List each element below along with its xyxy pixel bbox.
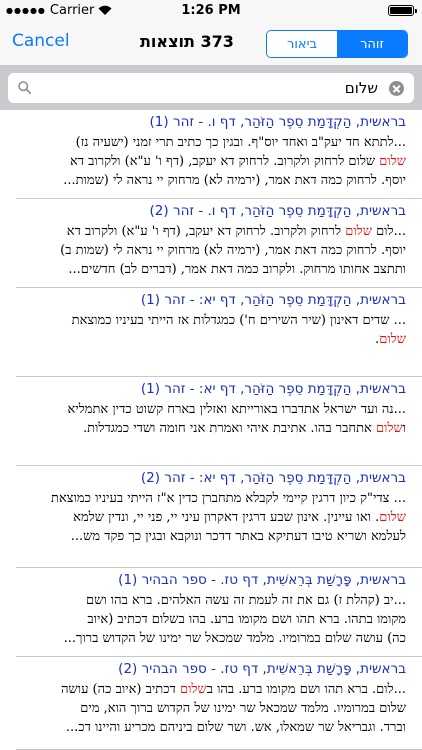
status-bar: ●●●●● Carrier 1:26 PM: [0, 0, 422, 20]
snippet-line: ושלום אתחבר בהו. אתיבת איהי ואמרת אני חו…: [8, 419, 406, 438]
snippet-line: יוסף. לרחוק כמה דאת אמר, (ירמיה לא) מרחו…: [8, 171, 406, 190]
result-title: בראשית, הַקְדָּמַת סֵפֶר הַזֹּהַר, דף יא…: [140, 381, 406, 397]
snippet-text: ... צדי"ק כיון דרגין קיימי לקבלא מתחברן …: [51, 491, 406, 506]
result-title: בראשית, הַקְדָּמַת סֵפֶר הַזֹּהַר, דף יא…: [140, 292, 406, 308]
result-row[interactable]: בראשית, הַקְדָּמַת סֵפֶר הַזֹּהַר, דף יא…: [0, 288, 422, 377]
nav-bar: Cancel 373 תוצאות ביאור זוהר: [0, 20, 422, 65]
result-snippet: ...לום שלום לרחוק ולקרוב. לרחוק דא יעקב,…: [8, 222, 406, 279]
snippet-text: מקומו בתהו. ברא תהו ושם מקומו ברע. בהו ב…: [87, 612, 406, 627]
snippet-text: יוסף. לרחוק כמה דאת אמר, (ירמיה לא) מרחו…: [60, 243, 406, 258]
snippet-text: שלום במרומיו. מלמד שמכאל שר ימינו של הקד…: [80, 701, 406, 716]
result-row[interactable]: בראשית, הַקְדָּמַת סֵפֶר הַזֹּהַר, דף יא…: [0, 377, 422, 466]
result-snippet: ...יב (קהלת ז) גם את זה לעמת זה עשה האלה…: [8, 591, 406, 648]
snippet-text: ...לתתא חד יעק"ב ואחד יוס"ף. ובגין כך כת…: [75, 135, 406, 150]
highlighted-term: שלום: [345, 224, 372, 239]
results-list: בראשית, הַקְדָּמַת סֵפֶר הַזֹּהַר, דף ו.…: [0, 110, 422, 750]
snippet-line: לעלמא ושריא טיבו דעתיקא באתר דדכר ונוקבא…: [8, 527, 406, 546]
result-title: בראשית, הַקְדָּמַת סֵפֶר הַזֹּהַר, דף יא…: [140, 470, 406, 486]
snippet-line: שלום.: [8, 330, 406, 349]
segment-zohar[interactable]: זוהר: [337, 31, 407, 57]
highlighted-term: שלום: [179, 682, 207, 697]
result-snippet: ... שדים דאינון (שיר השירים ח') כמגדלות …: [8, 311, 406, 349]
snippet-line: שלום במרומיו. מלמד שמכאל שר ימינו של הקד…: [8, 699, 406, 718]
search-input[interactable]: [42, 78, 378, 98]
snippet-line: יוסף. לרחוק כמה דאת אמר, (ירמיה לא) מרחו…: [8, 241, 406, 260]
snippet-line: כה) עושה שלום במרומיו. מלמד שמכאל שר ימי…: [8, 629, 406, 648]
result-title: בראשית, הַקְדָּמַת סֵפֶר הַזֹּהַר, דף ו.…: [149, 203, 406, 219]
status-time: 1:26 PM: [181, 3, 241, 18]
snippet-text: וברד. וגבריאל שר שמאלו, אש. ושר שלום בינ…: [65, 720, 406, 735]
snippet-text: לעלמא ושריא טיבו דעתיקא באתר דדכר ונוקבא…: [70, 529, 406, 544]
snippet-text: לרחוק ולקרוב. לרחוק דא יעקב, (דף ו' ע"א)…: [66, 224, 346, 239]
snippet-text: ...לום: [371, 224, 406, 239]
result-row[interactable]: בראשית, פָּרָשַׁת בְּרֵאשִׁית, דף טז. - …: [0, 568, 422, 657]
highlighted-term: שלום: [379, 154, 406, 169]
result-title: בראשית, פָּרָשַׁת בְּרֵאשִׁית, דף טז. - …: [118, 572, 406, 588]
snippet-line: וברד. וגבריאל שר שמאלו, אש. ושר שלום בינ…: [8, 718, 406, 737]
result-snippet: ...נה ועד ישראל אתדברו באורייתא ואזלין ב…: [8, 400, 407, 438]
results-count-title: 373 תוצאות: [140, 32, 234, 51]
snippet-line: ... שדים דאינון (שיר השירים ח') כמגדלות …: [8, 311, 406, 330]
snippet-text: דכתיב (איוב כה) עושה: [61, 682, 180, 697]
snippet-text: ו: [402, 421, 406, 436]
snippet-line: ...יב (קהלת ז) גם את זה לעמת זה עשה האלה…: [8, 591, 406, 610]
snippet-line: מקומו בתהו. ברא תהו ושם מקומו ברע. בהו ב…: [8, 610, 406, 629]
clear-search-icon[interactable]: [389, 81, 404, 96]
result-snippet: ...לתתא חד יעק"ב ואחד יוס"ף. ובגין כך כת…: [8, 133, 406, 190]
result-row[interactable]: בראשית, פָּרָשַׁת בְּרֵאשִׁית, דף טז. - …: [0, 657, 422, 750]
highlighted-term: שלום: [375, 421, 403, 436]
snippet-text: ... שדים דאינון (שיר השירים ח') כמגדלות …: [71, 313, 406, 328]
snippet-line: ...לתתא חד יעק"ב ואחד יוס"ף. ובגין כך כת…: [8, 133, 406, 152]
snippet-line: ... צדי"ק כיון דרגין קיימי לקבלא מתחברן …: [8, 489, 406, 508]
snippet-text: יוסף. לרחוק כמה דאת אמר, (ירמיה לא) מרחו…: [63, 173, 406, 188]
battery-icon: [388, 5, 417, 16]
search-area: [0, 65, 422, 110]
cancel-button[interactable]: Cancel: [12, 31, 70, 51]
snippet-line: שלום. ואו עיינין. אינון שבע דרגין דאקרון…: [8, 508, 406, 527]
snippet-line: ...נה ועד ישראל אתדברו באורייתא ואזלין ב…: [8, 400, 407, 419]
snippet-text: ...נה ועד ישראל אתדברו באורייתא ואזלין ב…: [67, 402, 407, 417]
snippet-text: ...יב (קהלת ז) גם את זה לעמת זה עשה האלה…: [86, 593, 406, 608]
snippet-line: ...לום שלום לרחוק ולקרוב. לרחוק דא יעקב,…: [8, 222, 406, 241]
search-icon: [18, 81, 31, 94]
snippet-line: ותתצב אחותו מרחוק. ולקרוב כמה דאת אמר, (…: [8, 260, 406, 279]
snippet-text: ...לום. ברא תהו ושם מקומו ברע. בהו ב: [206, 682, 406, 697]
highlighted-term: שלום: [379, 510, 406, 525]
snippet-line: ...לום. ברא תהו ושם מקומו ברע. בהו בשלום…: [8, 680, 406, 699]
result-title: בראשית, פָּרָשַׁת בְּרֵאשִׁית, דף טז. - …: [118, 661, 406, 677]
snippet-line: שלום שלום לרחוק ולקרוב. לרחוק דא יעקב, (…: [8, 152, 406, 171]
snippet-text: ותתצב אחותו מרחוק. ולקרוב כמה דאת אמר, (…: [68, 262, 406, 277]
result-row[interactable]: בראשית, הַקְדָּמַת סֵפֶר הַזֹּהַר, דף ו.…: [0, 110, 422, 199]
result-title: בראשית, הַקְדָּמַת סֵפֶר הַזֹּהַר, דף ו.…: [149, 114, 406, 130]
search-box[interactable]: [8, 73, 414, 103]
snippet-text: כה) עושה שלום במרומיו. מלמד שמכאל שר ימי…: [63, 631, 406, 646]
result-row[interactable]: בראשית, הַקְדָּמַת סֵפֶר הַזֹּהַר, דף יא…: [0, 466, 422, 568]
result-row[interactable]: בראשית, הַקְדָּמַת סֵפֶר הַזֹּהַר, דף ו.…: [0, 199, 422, 288]
snippet-text: אתחבר בהו. אתיבת איהי ואמרת אני חומה ושד…: [82, 421, 376, 436]
source-segmented-control: ביאור זוהר: [266, 30, 408, 58]
result-snippet: ... צדי"ק כיון דרגין קיימי לקבלא מתחברן …: [8, 489, 406, 546]
result-snippet: ...לום. ברא תהו ושם מקומו ברע. בהו בשלום…: [8, 680, 406, 737]
snippet-text: שלום לרחוק ולקרוב. לרחוק דא יעקב, (דף ו'…: [69, 154, 380, 169]
segment-explain[interactable]: ביאור: [267, 31, 337, 57]
highlighted-term: שלום: [379, 332, 406, 347]
snippet-text: . ואו עיינין. אינון שבע דרגין דאקרון עינ…: [73, 510, 380, 525]
